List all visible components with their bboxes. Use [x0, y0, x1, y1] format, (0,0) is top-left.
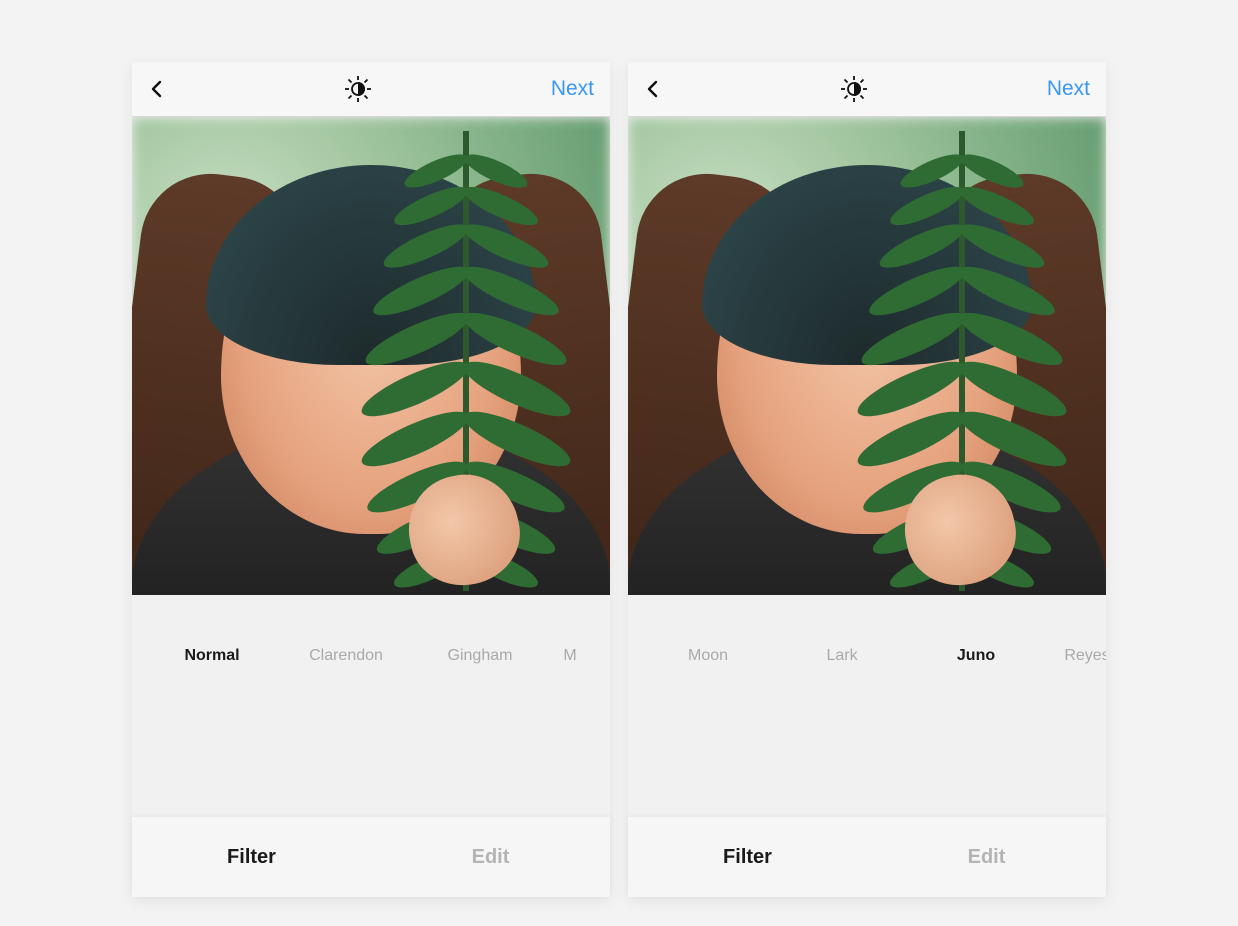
filter-normal[interactable]: Normal — [150, 647, 274, 817]
chevron-left-icon — [644, 80, 662, 98]
brightness-contrast-button[interactable] — [662, 76, 1047, 102]
filter-strip[interactable]: Normal Clarendon Gingham M — [132, 647, 610, 817]
phone-right: Next Moon Lark — [628, 62, 1106, 897]
navbar: Next — [628, 62, 1106, 117]
filter-label: Clarendon — [309, 647, 383, 665]
brightness-contrast-button[interactable] — [166, 76, 551, 102]
filter-thumbnail — [914, 673, 1038, 797]
tab-filter[interactable]: Filter — [132, 846, 371, 869]
filter-lark[interactable]: Lark — [780, 647, 904, 817]
filter-moon-partial[interactable]: M — [552, 647, 588, 817]
bottom-tabs: Filter Edit — [132, 817, 610, 897]
filter-label: Reyes — [1064, 647, 1106, 665]
photo-preview[interactable] — [132, 117, 610, 595]
filter-thumbnail — [646, 673, 770, 797]
filter-label: Gingham — [448, 647, 513, 665]
tab-filter[interactable]: Filter — [628, 846, 867, 869]
next-button[interactable]: Next — [1047, 77, 1090, 101]
bottom-tabs: Filter Edit — [628, 817, 1106, 897]
filter-label: Normal — [184, 647, 239, 665]
filter-label: M — [563, 647, 576, 665]
chevron-left-icon — [148, 80, 166, 98]
next-button[interactable]: Next — [551, 77, 594, 101]
tab-edit[interactable]: Edit — [867, 846, 1106, 869]
filter-thumbnail — [284, 673, 408, 797]
filter-clarendon[interactable]: Clarendon — [284, 647, 408, 817]
navbar: Next — [132, 62, 610, 117]
filter-label: Juno — [957, 647, 995, 665]
back-button[interactable] — [644, 80, 662, 98]
filter-label: Moon — [688, 647, 728, 665]
filter-thumbnail — [1025, 673, 1106, 797]
filter-moon[interactable]: Moon — [646, 647, 770, 817]
sun-contrast-icon — [841, 76, 867, 102]
sun-contrast-icon — [345, 76, 371, 102]
tab-edit[interactable]: Edit — [371, 846, 610, 869]
phone-left: Next Normal Clarendon — [132, 62, 610, 897]
filter-thumbnail — [780, 673, 904, 797]
back-button[interactable] — [148, 80, 166, 98]
filter-strip[interactable]: Moon Lark Juno Reyes — [628, 647, 1106, 817]
filter-reyes-partial[interactable]: Reyes — [1048, 647, 1106, 817]
filter-juno[interactable]: Juno — [914, 647, 1038, 817]
filter-thumbnail — [508, 673, 610, 797]
filter-thumbnail — [150, 673, 274, 797]
filter-label: Lark — [826, 647, 857, 665]
photo-preview[interactable] — [628, 117, 1106, 595]
